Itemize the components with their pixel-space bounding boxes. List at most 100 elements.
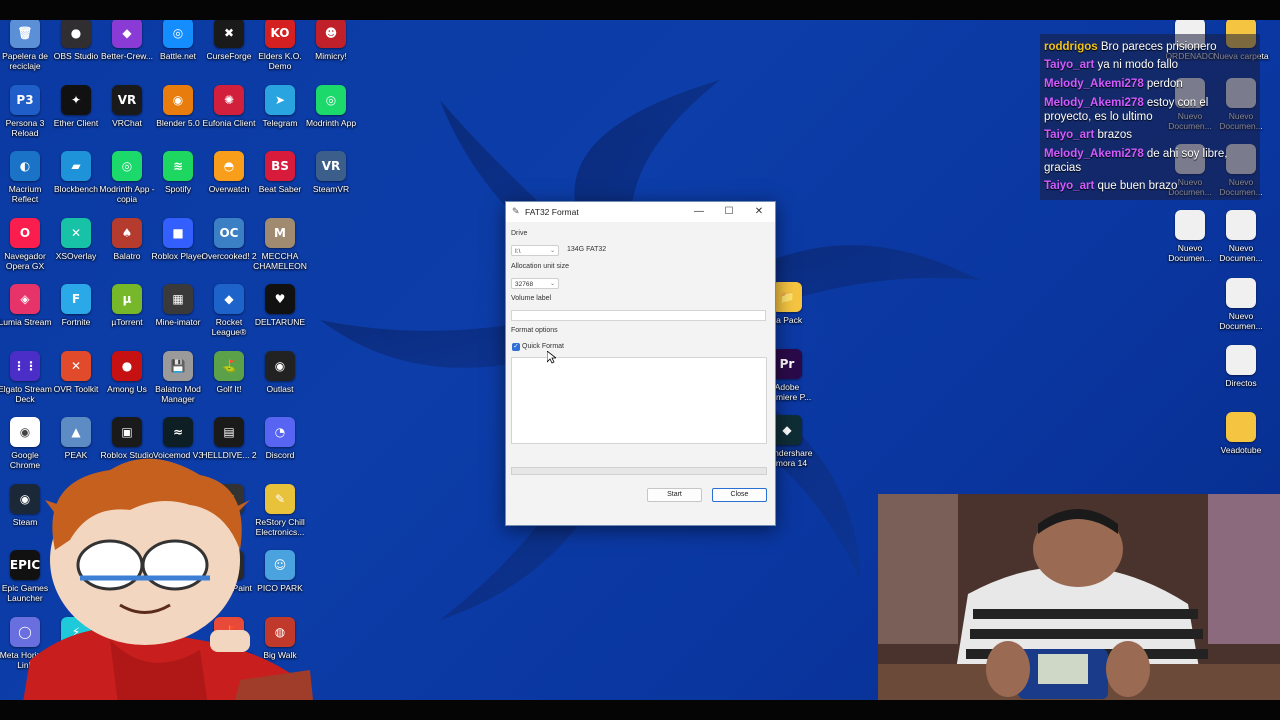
desktop-shortcut-label: DELTARUNE [254,317,306,327]
desktop-shortcut[interactable]: ✕ XSOverlay [47,217,105,282]
chevron-down-icon: ⌄ [549,281,555,287]
desktop-shortcut[interactable]: Nuevo Documen... [1212,210,1270,274]
document-icon [1226,345,1256,375]
format-log-textarea[interactable] [511,357,767,444]
desktop-shortcut[interactable]: ➤ Telegram [251,84,309,149]
document-icon [1226,210,1256,240]
chat-username: Taiyo_art [1044,129,1095,141]
desktop-shortcut[interactable]: ▦ Mine-imator [149,284,207,348]
desktop-shortcut[interactable]: BS Beat Saber [251,151,309,215]
desktop-shortcut[interactable]: 💾 Balatro Mod Manager [149,350,207,415]
desktop-shortcut-label: MECCHA CHAMELEON [253,250,307,271]
desktop-shortcut[interactable]: ■ Roblox Player [149,217,207,282]
desktop-shortcut-label: Spotify [165,184,191,194]
curseforge-icon: ✖ [214,20,244,48]
desktop-shortcut-label: Modrinth App [305,117,357,128]
desktop-shortcut[interactable]: ✖ CurseForge [200,20,258,82]
desktop-shortcut[interactable]: ✦ Ether Client [47,84,105,149]
desktop-shortcut[interactable]: ◉ Outlast [251,350,309,415]
drive-select[interactable]: I:\ ⌄ [511,245,559,256]
close-window-button[interactable]: ✕ [744,202,774,222]
premiere-icon: Pr [772,348,802,379]
obs-icon: ● [61,20,91,48]
maximize-button[interactable]: ☐ [714,202,744,222]
desktop-shortcut[interactable]: VR SteamVR [302,151,360,215]
desktop-shortcut[interactable]: ◎ Modrinth App [302,84,360,149]
desktop-shortcut[interactable]: ✕ OVR Toolkit [47,350,105,415]
desktop-shortcut-label: CurseForge [206,51,252,61]
desktop-shortcut[interactable]: ◐ Macrium Reflect [0,151,54,215]
desktop-shortcut-label: Better-Crew... [101,51,153,61]
desktop-shortcut-label: Overcooked! 2 [201,250,257,261]
desktop-shortcut-label: Among Us [107,383,147,394]
close-button[interactable]: Close [712,488,767,502]
desktop-shortcut[interactable]: O Navegador Opera GX [0,217,54,282]
desktop-shortcut[interactable]: Veadotube [1212,412,1270,476]
chat-message: Melody_Akemi278 de ahi soy libre, gracia… [1044,147,1256,175]
desktop-shortcut[interactable]: ♥ DELTARUNE [251,284,309,348]
desktop-shortcut-label: Roblox Player [151,250,205,261]
overwatch-icon: ◓ [214,151,244,181]
desktop-shortcut-label: Nuevo Documen... [1219,311,1263,331]
desktop-shortcut[interactable]: ♠ Balatro [98,217,156,282]
desktop-shortcut[interactable]: F Fortnite [47,284,105,348]
dialog-titlebar[interactable]: ✎ FAT32 Format — ☐ ✕ [506,202,775,222]
desktop-shortcut[interactable]: µ µTorrent [98,284,156,348]
volume-label-input[interactable] [511,310,766,321]
desktop-shortcut-label: Lumia Stream [0,317,52,327]
desktop-shortcut[interactable]: ✺ Eufonia Client [200,84,258,149]
desktop-shortcut[interactable]: ◆ Better-Crew... [98,20,156,82]
desktop-shortcut[interactable]: ⋮⋮ Elgato Stream Deck [0,350,54,415]
deltarune-icon: ♥ [265,284,295,314]
desktop-shortcut-label: SteamVR [312,184,350,194]
desktop-shortcut[interactable]: 🗑 Papelera de reciclaje [0,20,54,82]
desktop-shortcut[interactable]: ≋ Spotify [149,151,207,215]
desktop-shortcut[interactable]: ◆ Rocket League® [200,284,258,348]
desktop-shortcut[interactable]: ◓ Overwatch [200,151,258,215]
desktop-shortcut[interactable]: ☻ Mimicry! [302,20,360,82]
desktop-shortcut[interactable]: ▰ Blockbench [47,151,105,215]
desktop-shortcut[interactable]: ● Among Us [98,350,156,415]
desktop-shortcut[interactable]: ◉ Blender 5.0 [149,84,207,149]
ovr-toolkit-icon: ✕ [61,350,91,381]
desktop-shortcut[interactable]: M MECCHA CHAMELEON [251,217,309,282]
desktop-shortcut-label: Fortnite [61,317,91,327]
desktop-shortcut-label: Navegador Opera GX [4,250,46,271]
desktop-shortcut-label: Overwatch [208,184,250,194]
filmora-icon: ◆ [772,415,802,445]
desktop-shortcut-label: Rocket League® [211,317,247,337]
drive-info: 134G FAT32 [567,246,607,253]
desktop-shortcut[interactable]: ◈ Lumia Stream [0,284,54,348]
format-options-label: Format options [511,327,558,334]
balatro-icon: ♠ [112,217,142,248]
desktop-shortcut[interactable]: P3 Persona 3 Reload [0,84,54,149]
chat-message: roddrigos Bro pareces prisionero [1044,40,1256,54]
quick-format-checkbox[interactable]: ✓ [512,343,520,351]
desktop-shortcut[interactable]: Nuevo Documen... [1212,278,1270,342]
volume-label-label: Volume label [511,295,552,302]
webcam-feed [878,494,1280,720]
start-button[interactable]: Start [647,488,702,502]
minimize-button[interactable]: — [684,202,714,222]
fortnite-icon: F [61,284,91,314]
chat-text: perdon [1143,78,1183,90]
desktop-shortcut[interactable]: ◎ Battle.net [149,20,207,82]
desktop-shortcut[interactable]: KO Elders K.O. Demo [251,20,309,82]
top-letterbox [0,0,1280,20]
stream-chat-overlay: roddrigos Bro pareces prisionero Taiyo_ar… [1040,34,1260,200]
allocation-unit-select[interactable]: 32768 ⌄ [511,278,559,289]
desktop-shortcut-label: Mine-imator [155,317,201,327]
desktop-shortcut[interactable]: ● OBS Studio [47,20,105,82]
desktop-shortcut[interactable]: Nuevo Documen... [1161,210,1219,274]
desktop-shortcut[interactable]: OC Overcooked! 2 [200,217,258,282]
chat-message: Melody_Akemi278 estoy con el proyecto, e… [1044,96,1256,124]
desktop-shortcut[interactable]: ⛳ Golf It! [200,350,258,415]
desktop-shortcut[interactable]: VR VRChat [98,84,156,149]
desktop-shortcut[interactable]: Directos [1212,345,1270,409]
drive-select-value: I:\ [515,248,521,255]
balatro-mod-manager-icon: 💾 [163,350,193,381]
utorrent-icon: µ [112,284,142,314]
chevron-down-icon: ⌄ [549,248,555,254]
rocket-league-icon: ◆ [214,284,244,314]
desktop-shortcut[interactable]: ◎ Modrinth App - copia [98,151,156,215]
